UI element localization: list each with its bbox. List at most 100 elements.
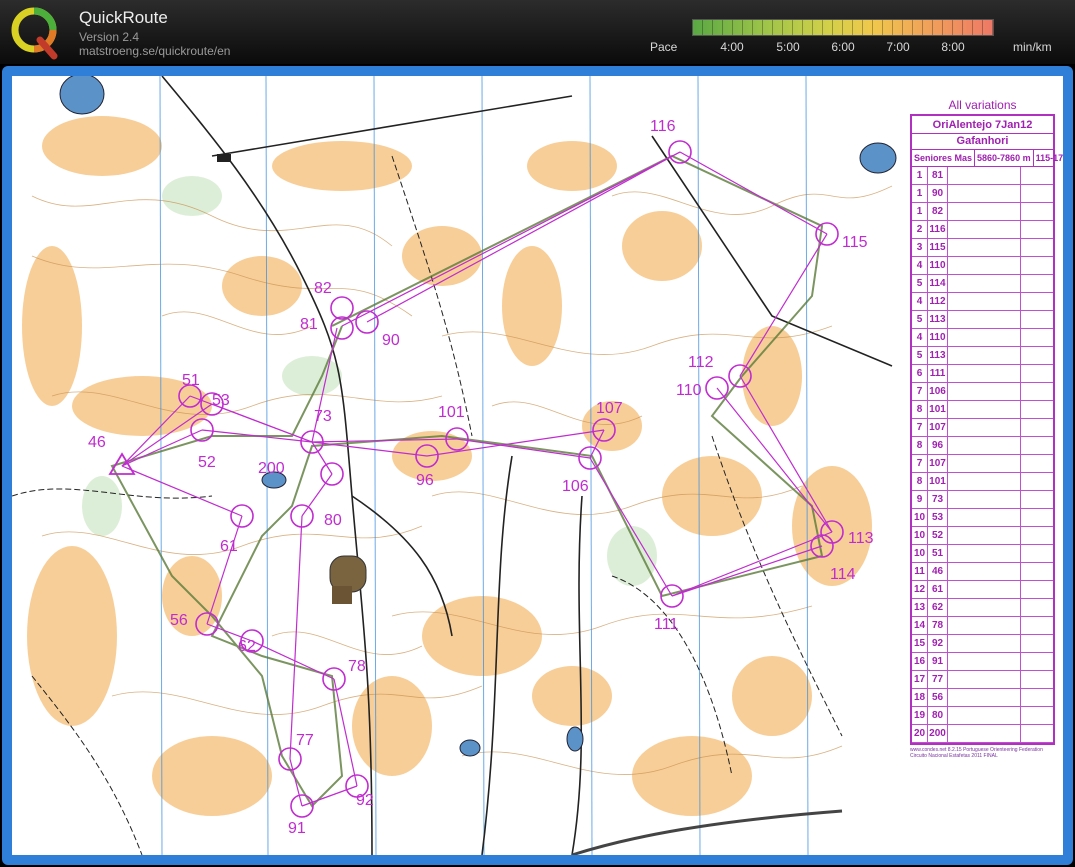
legend-row-extra — [1021, 383, 1053, 400]
legend-row: 8 96 — [912, 437, 1053, 455]
legend-row-symbols — [948, 473, 1021, 490]
legend-row-number: 8 — [912, 437, 928, 454]
legend-row-extra — [1021, 221, 1053, 238]
legend-row-extra — [1021, 311, 1053, 328]
legend-row-code: 51 — [928, 545, 948, 562]
quickroute-logo-icon — [11, 7, 58, 60]
legend-row-code: 90 — [928, 185, 948, 202]
legend-row-number: 3 — [912, 239, 928, 256]
legend-row-code: 80 — [928, 707, 948, 724]
legend-row-symbols — [948, 185, 1021, 202]
legend-row-extra — [1021, 509, 1053, 526]
legend-row: 6 111 — [912, 365, 1053, 383]
legend-row-symbols — [948, 257, 1021, 274]
legend-row-extra — [1021, 293, 1053, 310]
legend-row-code: 73 — [928, 491, 948, 508]
legend-row-number: 7 — [912, 419, 928, 436]
legend-row-extra — [1021, 347, 1053, 364]
legend-row-symbols — [948, 329, 1021, 346]
legend-event: OriAlentejo 7Jan12 — [912, 116, 1053, 134]
legend-row-number: 1 — [912, 167, 928, 184]
legend-row-number: 1 — [912, 203, 928, 220]
legend-row-number: 7 — [912, 455, 928, 472]
legend-row-code: 91 — [928, 653, 948, 670]
legend-row-extra — [1021, 635, 1053, 652]
legend-row-number: 4 — [912, 329, 928, 346]
legend-venue: Gafanhori — [912, 134, 1053, 150]
legend-row: 8 101 — [912, 473, 1053, 491]
legend-row-number: 5 — [912, 347, 928, 364]
legend-row-symbols — [948, 563, 1021, 580]
control-label: 114 — [830, 566, 856, 583]
legend-row-symbols — [948, 401, 1021, 418]
legend-row-code: 106 — [928, 383, 948, 400]
legend-row-extra — [1021, 671, 1053, 688]
legend-row: 1 81 — [912, 167, 1053, 185]
legend-row-code: 96 — [928, 437, 948, 454]
control-label: 107 — [596, 400, 623, 417]
legend-row-extra — [1021, 563, 1053, 580]
legend-row-symbols — [948, 167, 1021, 184]
pace-unit: min/km — [1013, 40, 1052, 54]
legend-footer-line: Circuito Nacional Estafetas 2011 FINAL — [910, 753, 998, 759]
legend-row-extra — [1021, 545, 1053, 562]
legend-row-symbols — [948, 293, 1021, 310]
legend-row-number: 10 — [912, 509, 928, 526]
control-label: 61 — [220, 538, 238, 555]
legend-row: 5 113 — [912, 311, 1053, 329]
legend-row-number: 18 — [912, 689, 928, 706]
legend-row-extra — [1021, 437, 1053, 454]
legend-row-code: 107 — [928, 455, 948, 472]
legend-length: 5860-7860 m — [975, 150, 1034, 166]
control-label: 78 — [348, 658, 366, 675]
legend-row-extra — [1021, 419, 1053, 436]
pace-label: Pace — [650, 40, 678, 54]
legend-row: 10 51 — [912, 545, 1053, 563]
legend-row-extra — [1021, 491, 1053, 508]
legend-row-symbols — [948, 419, 1021, 436]
legend-row-code: 116 — [928, 221, 948, 238]
legend-row-number: 7 — [912, 383, 928, 400]
control-label: 116 — [650, 118, 676, 135]
map-canvas[interactable]: 116 115 82 81 90 112 110 51 53 73 101 10… — [12, 76, 1063, 855]
control-label: 200 — [258, 460, 285, 477]
legend-row-extra — [1021, 365, 1053, 382]
legend-footer: www.condes.net 8.2.15 Portuguese Oriente… — [910, 747, 1055, 759]
legend-row-extra — [1021, 581, 1053, 598]
legend-row-extra — [1021, 203, 1053, 220]
control-label: 81 — [300, 316, 318, 333]
legend-row: 3 115 — [912, 239, 1053, 257]
legend-row-symbols — [948, 725, 1021, 742]
app-url[interactable]: matstroeng.se/quickroute/en — [79, 44, 230, 58]
legend-row-symbols — [948, 311, 1021, 328]
legend-row-number: 4 — [912, 257, 928, 274]
control-label: 101 — [438, 404, 465, 421]
legend-box: OriAlentejo 7Jan12 Gafanhori Seniores Ma… — [910, 114, 1063, 745]
legend-row: 7 107 — [912, 455, 1053, 473]
legend-row-number: 2 — [912, 221, 928, 238]
legend-row: 4 110 — [912, 257, 1053, 275]
legend-row-symbols — [948, 635, 1021, 652]
pace-tick: 5:00 — [776, 40, 800, 54]
legend-row: 5 114 — [912, 275, 1053, 293]
legend-row-symbols — [948, 491, 1021, 508]
control-label: 51 — [182, 372, 200, 389]
legend-row: 15 92 — [912, 635, 1053, 653]
legend-row-symbols — [948, 617, 1021, 634]
control-label: 56 — [170, 612, 188, 629]
legend-row: 11 46 — [912, 563, 1053, 581]
legend-row-symbols — [948, 455, 1021, 472]
legend-row-code: 110 — [928, 257, 948, 274]
legend-row-number: 13 — [912, 599, 928, 616]
legend-row-number: 4 — [912, 293, 928, 310]
pace-tick: 6:00 — [831, 40, 855, 54]
pace-tick: 8:00 — [941, 40, 965, 54]
legend-row-code: 77 — [928, 671, 948, 688]
legend-row-symbols — [948, 653, 1021, 670]
legend-row-symbols — [948, 221, 1021, 238]
legend-row-extra — [1021, 401, 1053, 418]
control-label: 96 — [416, 472, 434, 489]
legend-row: 13 62 — [912, 599, 1053, 617]
legend-row-extra — [1021, 275, 1053, 292]
legend-row-symbols — [948, 347, 1021, 364]
